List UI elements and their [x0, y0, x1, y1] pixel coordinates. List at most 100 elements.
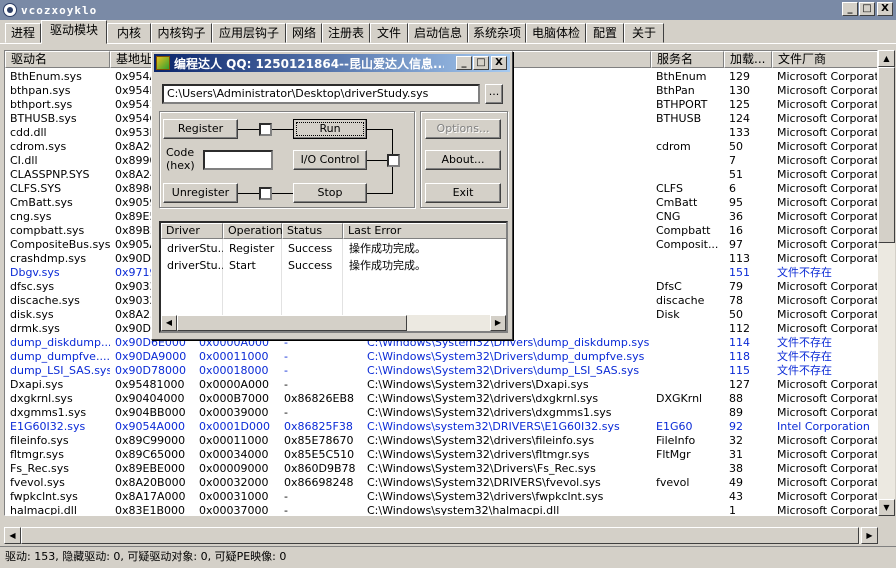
col-header-vendor[interactable]: 文件厂商: [772, 51, 877, 68]
table-row[interactable]: dxgkrnl.sys 0x90404000 0x000B7000 0x86826EB…: [5, 392, 877, 406]
register-button[interactable]: Register: [163, 119, 238, 139]
tab-1[interactable]: 驱动模块: [41, 20, 107, 44]
operation-log-list[interactable]: Driver Operation Status Last Error drive…: [159, 221, 508, 333]
table-row[interactable]: Dxapi.sys 0x95481000 0x0000A000 - C:\Windows…: [5, 378, 877, 392]
dialog-close-button[interactable]: X: [491, 56, 507, 70]
exit-button[interactable]: Exit: [425, 183, 501, 203]
scroll-down-button[interactable]: ▼: [878, 499, 895, 516]
tab-2[interactable]: 内核: [107, 23, 151, 43]
log-cell-status: Success: [288, 259, 333, 272]
cell-order: 97: [729, 238, 743, 251]
maximize-button[interactable]: □: [859, 2, 875, 16]
log-header-driver[interactable]: Driver: [161, 223, 223, 239]
unregister-button[interactable]: Unregister: [163, 183, 238, 203]
browse-button[interactable]: ...: [485, 84, 503, 104]
tab-5[interactable]: 网络: [286, 23, 322, 43]
cell-service: CNG: [656, 210, 681, 223]
cell-size: 0x0001D000: [199, 420, 270, 433]
scroll-right-button[interactable]: ▶: [861, 527, 878, 544]
horizontal-scrollbar[interactable]: ◀ ▶: [4, 527, 878, 544]
log-scroll-right-button[interactable]: ▶: [490, 315, 506, 331]
cell-vendor: Microsoft Corporation: [777, 434, 878, 447]
cell-name: disk.sys: [10, 308, 54, 321]
vertical-scrollbar[interactable]: ▲ ▼: [878, 50, 895, 516]
cell-base: 0x90404000: [115, 392, 185, 405]
table-row[interactable]: fltmgr.sys 0x89C65000 0x00034000 0x85E5C510…: [5, 448, 877, 462]
horizontal-scroll-thumb[interactable]: [21, 527, 859, 544]
tab-7[interactable]: 文件: [370, 23, 408, 43]
cell-base: 0x904BB000: [115, 406, 186, 419]
code-hex-input[interactable]: [203, 150, 273, 170]
dialog-minimize-button[interactable]: _: [456, 56, 472, 70]
log-horizontal-scrollbar[interactable]: ◀ ▶: [161, 315, 506, 331]
minimize-button[interactable]: _: [842, 2, 858, 16]
scroll-left-button[interactable]: ◀: [4, 527, 21, 544]
cell-obj: 0x85E78670: [284, 434, 354, 447]
connector-line: [238, 129, 260, 130]
tab-9[interactable]: 系统杂项: [468, 23, 526, 43]
table-row[interactable]: dxgmms1.sys 0x904BB000 0x00039000 - C:\Windo…: [5, 406, 877, 420]
cell-path: C:\Windows\System32\drivers\fileinfo.sys: [367, 434, 595, 447]
tab-0[interactable]: 进程: [5, 23, 41, 43]
tab-10[interactable]: 电脑体检: [526, 23, 586, 43]
stop-button[interactable]: Stop: [293, 183, 367, 203]
log-scroll-thumb[interactable]: [177, 315, 407, 331]
about-button[interactable]: About...: [425, 150, 501, 170]
log-header-status[interactable]: Status: [282, 223, 343, 239]
tab-8[interactable]: 启动信息: [408, 23, 468, 43]
app-window: vcozxoyklo _ □ X 进程 驱动模块 内核 内核钩子 应用层钩子 网络 注册表文…: [0, 0, 896, 568]
col-header-name[interactable]: 驱动名: [5, 51, 110, 68]
log-scroll-left-button[interactable]: ◀: [161, 315, 177, 331]
window-title: vcozxoyklo: [21, 3, 98, 17]
log-header-operation[interactable]: Operation: [223, 223, 283, 239]
cell-vendor: Microsoft Corporation: [777, 98, 878, 111]
table-row[interactable]: E1G60I32.sys 0x9054A000 0x0001D000 0x86825F…: [5, 420, 877, 434]
tab-4[interactable]: 应用层钩子: [212, 23, 286, 43]
connector-line: [272, 129, 293, 130]
table-row[interactable]: fvevol.sys 0x8A20B000 0x00032000 0x86698248…: [5, 476, 878, 490]
cell-vendor: Microsoft Corporation: [777, 476, 878, 489]
col-header-load-order[interactable]: 加载...: [724, 51, 772, 68]
table-row[interactable]: fwpkclnt.sys 0x8A17A000 0x00031000 - C:\Wind…: [5, 490, 877, 504]
log-header-last-error[interactable]: Last Error: [343, 223, 506, 239]
options-button[interactable]: Options...: [425, 119, 501, 139]
cell-name: CLASSPNP.SYS: [10, 168, 90, 181]
cell-vendor: 文件不存在: [777, 364, 832, 377]
table-row[interactable]: fileinfo.sys 0x89C99000 0x00011000 0x85E786…: [5, 434, 878, 448]
scroll-up-button[interactable]: ▲: [878, 50, 895, 67]
io-control-button[interactable]: I/O Control: [293, 150, 367, 170]
log-row[interactable]: driverStu... Register Success 操作成功完成。: [161, 240, 506, 257]
driver-path-input[interactable]: C:\Users\Administrator\Desktop\driverStu…: [162, 84, 480, 104]
cell-name: dfsc.sys: [10, 280, 55, 293]
cell-name: Dbgv.sys: [10, 266, 60, 279]
cell-obj: 0x85E5C510: [284, 448, 355, 461]
cell-name: cng.sys: [10, 210, 52, 223]
cell-base: 0x89C99000: [115, 434, 186, 447]
table-row[interactable]: Fs_Rec.sys 0x89EBE000 0x00009000 0x860D9B78…: [5, 462, 877, 476]
cell-name: Dxapi.sys: [10, 378, 64, 391]
cell-size: 0x00037000: [199, 504, 269, 516]
cell-order: 38: [729, 462, 743, 475]
cell-size: 0x0000A000: [199, 378, 270, 391]
cell-name: cdd.dll: [10, 126, 47, 139]
cell-service: [651, 490, 724, 504]
tab-6[interactable]: 注册表: [322, 23, 370, 43]
tab-11[interactable]: 配置: [586, 23, 624, 43]
tab-3[interactable]: 内核钩子: [151, 23, 212, 43]
cell-order: 114: [729, 336, 750, 349]
cell-vendor: Microsoft Corporation: [777, 182, 878, 195]
cell-service: fvevol: [656, 476, 690, 489]
cell-service: CLFS: [656, 182, 683, 195]
log-row[interactable]: driverStu... Start Success 操作成功完成。: [161, 257, 506, 274]
tab-12[interactable]: 关于: [624, 23, 664, 43]
table-row[interactable]: halmacpi.dll 0x83E1B000 0x00037000 - C:\Wind…: [5, 504, 877, 516]
vertical-scroll-thumb[interactable]: [878, 67, 895, 243]
table-row[interactable]: dump_LSI_SAS.sys 0x90D78000 0x00018000 - C:\…: [5, 364, 877, 378]
dialog-maximize-button[interactable]: □: [473, 56, 489, 70]
table-row[interactable]: dump_dumpfve.... 0x90DA9000 0x00011000 - C:\…: [5, 350, 877, 364]
cell-obj: -: [284, 350, 288, 363]
close-button[interactable]: X: [877, 2, 893, 16]
cell-order: 118: [729, 350, 750, 363]
col-header-service[interactable]: 服务名: [651, 51, 724, 68]
run-button[interactable]: Run: [293, 119, 367, 139]
